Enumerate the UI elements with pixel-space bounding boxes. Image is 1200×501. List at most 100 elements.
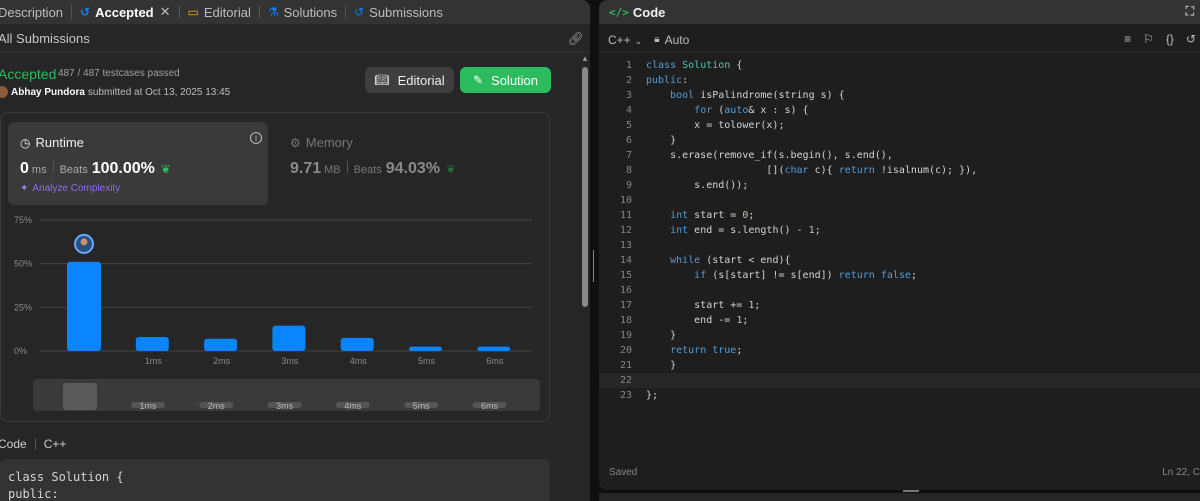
runtime-beats: 100.00% [91, 160, 155, 177]
solution-button[interactable]: ✎ Solution [460, 67, 551, 93]
language-select[interactable]: C++ ⌄ [608, 33, 642, 47]
code-line[interactable]: 1 class Solution { [599, 58, 1200, 73]
reset-icon[interactable]: ↺ [1186, 32, 1196, 46]
bar-3ms[interactable] [272, 325, 306, 351]
code-text[interactable]: } [646, 133, 676, 148]
code-line[interactable]: 11 int start = 0; [599, 208, 1200, 223]
tab-accepted[interactable]: ↺ Accepted ✕ [74, 0, 177, 24]
console-resize-handle[interactable] [903, 490, 919, 492]
chart-range-navigator[interactable]: 1ms 2ms 3ms 4ms 5ms 6ms [33, 379, 540, 411]
code-text[interactable]: return true; [646, 343, 742, 358]
code-text[interactable]: int end = s.length() - 1; [646, 223, 821, 238]
navigator-selected-bar[interactable] [63, 383, 97, 410]
code-text[interactable]: [](char c){ return !isalnum(c); }), [646, 163, 977, 178]
code-line[interactable]: 8 [](char c){ return !isalnum(c); }), [599, 163, 1200, 178]
line-number: 8 [625, 165, 632, 176]
code-section-header: Code C++ [0, 437, 66, 451]
code-line[interactable]: 14 while (start < end){ [599, 253, 1200, 268]
code-line[interactable]: 12 int end = s.length() - 1; [599, 223, 1200, 238]
left-scrollbar[interactable] [582, 55, 588, 307]
navigator-label: 5ms [413, 401, 431, 411]
code-icon: </> [609, 5, 629, 19]
code-text[interactable]: s.erase(remove_if(s.begin(), s.end(), [646, 148, 893, 163]
code-line[interactable]: 10 [599, 193, 1200, 208]
tab-description[interactable]: Description [0, 0, 69, 24]
code-line[interactable]: 15 if (s[start] != s[end]) return false; [599, 268, 1200, 283]
code-line[interactable]: 20 return true; [599, 343, 1200, 358]
code-line[interactable]: 17 start += 1; [599, 298, 1200, 313]
code-line[interactable]: 13 [599, 238, 1200, 253]
tab-editorial[interactable]: ▭ Editorial [182, 0, 257, 24]
code-text[interactable]: end -= 1; [646, 313, 748, 328]
code-line[interactable]: 4 for (auto& x : s) { [599, 103, 1200, 118]
code-text[interactable]: class Solution { [646, 58, 742, 73]
line-number: 17 [619, 300, 632, 311]
braces-icon[interactable]: {} [1166, 32, 1174, 46]
panel-resize-handle[interactable] [593, 250, 596, 282]
tab-solutions[interactable]: ⚗ Solutions [262, 0, 343, 24]
all-submissions-header: All Submissions 🔗︎ [0, 26, 590, 52]
analyze-complexity-link[interactable]: ✦ Analyze Complexity [20, 183, 120, 194]
y-tick-label: 25% [14, 302, 32, 312]
code-text[interactable]: x = tolower(x); [646, 118, 784, 133]
submission-panel: Description ↺ Accepted ✕ ▭ Editorial ⚗ S… [0, 0, 590, 501]
navigator-label: 1ms [139, 401, 157, 411]
bar-1ms[interactable] [135, 337, 169, 351]
code-text[interactable]: s.end()); [646, 178, 748, 193]
line-number: 14 [619, 255, 632, 266]
cursor-position: Ln 22, C [1162, 467, 1200, 478]
code-text[interactable]: int start = 0; [646, 208, 754, 223]
format-icon[interactable]: ≡ [1124, 32, 1131, 46]
code-line[interactable]: 2 public: [599, 73, 1200, 88]
code-line[interactable]: 9 s.end()); [599, 178, 1200, 193]
code-text[interactable]: public: [646, 73, 688, 88]
code-editor[interactable]: 1 class Solution {2 public: 3 bool isPalind… [599, 58, 1200, 403]
all-submissions-link[interactable]: All Submissions [0, 31, 90, 46]
code-line[interactable]: 23}; [599, 388, 1200, 403]
scrollbar-thumb[interactable] [582, 67, 588, 307]
line-number: 11 [619, 210, 632, 221]
username[interactable]: Abhay Pundora [11, 87, 85, 98]
flask-icon: ⚗ [267, 5, 279, 19]
code-line[interactable]: 19 } [599, 328, 1200, 343]
runtime-card[interactable]: ◷ Runtime i 0 ms Beats 100.00% ❦ ✦ Analy… [8, 122, 268, 205]
memory-value: 9.71 MB Beats 94.03% ❦ [290, 160, 457, 177]
runtime-distribution-chart[interactable]: 75% 50% 25% 0% 1ms 2ms 3ms 4ms 5ms 6ms [0, 210, 550, 370]
code-language: C++ [43, 437, 67, 451]
link-icon[interactable]: 🔗︎ [567, 31, 584, 47]
close-icon[interactable]: ✕ [160, 4, 171, 20]
bookmark-icon[interactable]: ⚐ [1143, 32, 1154, 46]
line-number: 20 [619, 345, 632, 356]
autocomplete-mode[interactable]: Auto [665, 33, 690, 47]
code-line[interactable]: 7 s.erase(remove_if(s.begin(), s.end(), [599, 148, 1200, 163]
bar-4ms[interactable] [340, 337, 374, 351]
code-text[interactable]: while (start < end){ [646, 253, 790, 268]
bar-5ms[interactable] [409, 346, 442, 351]
code-text[interactable]: bool isPalindrome(string s) { [646, 88, 845, 103]
bar-6ms[interactable] [477, 346, 511, 351]
code-text[interactable]: } [646, 328, 676, 343]
tab-submissions[interactable]: ↺ Submissions [348, 0, 449, 24]
code-line[interactable]: 3 bool isPalindrome(string s) { [599, 88, 1200, 103]
code-text[interactable]: for (auto& x : s) { [646, 103, 808, 118]
code-text[interactable]: }; [646, 388, 658, 403]
code-line[interactable]: 6 } [599, 133, 1200, 148]
code-text[interactable]: } [646, 358, 676, 373]
memory-card[interactable]: ⚙ Memory [290, 135, 353, 150]
code-text[interactable]: if (s[start] != s[end]) return false; [646, 268, 917, 283]
code-line[interactable]: 21 } [599, 358, 1200, 373]
code-line[interactable]: 16 [599, 283, 1200, 298]
line-number: 18 [619, 315, 632, 326]
code-line[interactable]: 18 end -= 1; [599, 313, 1200, 328]
avatar[interactable] [0, 86, 8, 98]
history-icon: ↺ [354, 5, 365, 19]
editorial-button[interactable]: 📖︎ Editorial [365, 67, 454, 93]
code-text[interactable]: start += 1; [646, 298, 760, 313]
code-line[interactable]: 5 x = tolower(x); [599, 118, 1200, 133]
chevron-down-icon: ⌄ [634, 35, 643, 46]
bar-2ms[interactable] [204, 338, 238, 351]
expand-icon[interactable]: ⛶ [1186, 4, 1194, 19]
code-line[interactable]: 22 [599, 373, 1200, 388]
bar-0ms[interactable] [67, 261, 101, 351]
info-icon[interactable]: i [250, 132, 262, 144]
